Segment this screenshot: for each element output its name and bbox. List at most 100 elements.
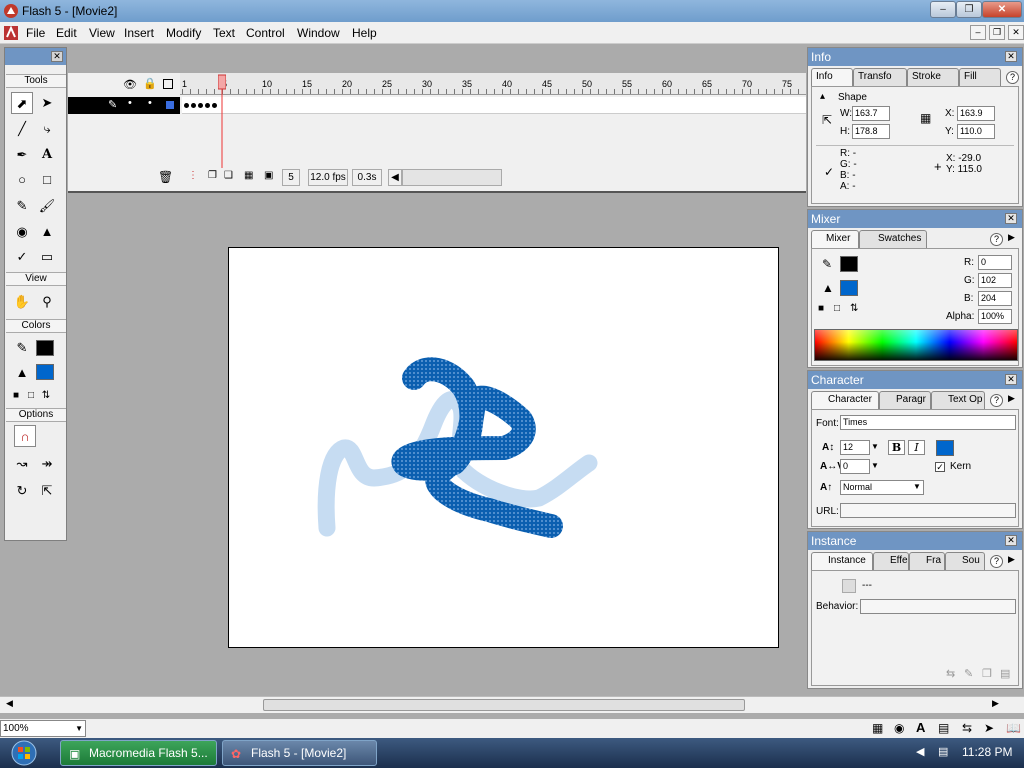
swap-symbol-icon[interactable]: ⇆ [946,667,955,680]
frame-ruler[interactable]: 151015202530354045505560657075 [180,73,806,95]
eyedropper-tool-icon[interactable]: ✓ [11,246,33,268]
help-icon[interactable]: ? [1006,71,1019,84]
subselect-tool-icon[interactable]: ➤ [36,92,58,114]
duplicate-symbol-icon[interactable]: ❐ [982,667,992,680]
y-field[interactable]: 110.0 [957,124,995,139]
font-select[interactable]: Times [840,415,1016,430]
menu-help[interactable]: Help [352,26,377,40]
character-header[interactable]: Character ✕ [808,371,1022,389]
panel-menu-arrow-icon[interactable]: ▶ [1008,393,1015,404]
tab-mixer[interactable]: Mixer [811,230,859,248]
tab-instance[interactable]: Instance [811,552,873,570]
stage-artwork[interactable] [229,248,780,649]
kern-checkbox[interactable]: ✓ [935,462,945,472]
tab-character[interactable]: Character [811,391,879,409]
info-header[interactable]: Info ✕ [808,48,1022,66]
width-field[interactable]: 163.7 [852,106,890,121]
zoom-tool-icon[interactable]: ⚲ [36,291,58,313]
lock-dot[interactable]: • [148,97,152,109]
behavior-select[interactable] [860,599,1016,614]
edit-multiple-icon[interactable]: ▦ [244,170,253,181]
help-icon[interactable]: ? [990,394,1003,407]
launcher-instance-icon[interactable]: ▤ [938,721,949,735]
close-icon[interactable]: ✕ [1005,535,1017,546]
font-size-field[interactable]: 12 [840,440,870,455]
tab-effect[interactable]: Effe [873,552,909,570]
close-icon[interactable]: ✕ [1005,374,1017,385]
bold-button[interactable]: B [888,440,905,455]
launcher-info-icon[interactable]: ▦ [872,721,883,735]
scroll-thumb[interactable] [263,699,745,711]
lasso-tool-icon[interactable]: ⤷ [36,118,58,140]
close-button[interactable]: ✕ [982,1,1022,18]
doc-close-button[interactable]: ✕ [1008,25,1024,40]
clock[interactable]: 11:28 PM [962,745,1012,759]
scale-icon[interactable]: ⇱ [36,480,58,502]
ink-bottle-tool-icon[interactable]: ◉ [11,221,33,243]
launcher-library-icon[interactable]: 📖 [1006,721,1021,735]
pencil-tool-icon[interactable]: ✎ [11,195,33,217]
doc-restore-button[interactable]: ❐ [989,25,1005,40]
launcher-movie-explorer-icon[interactable]: ⇆ [962,721,972,735]
brush-tool-icon[interactable]: 🖌 [36,195,58,217]
italic-button[interactable]: I [908,440,925,455]
tray-arrow-icon[interactable]: ◀ [916,745,924,758]
eraser-tool-icon[interactable]: ▭ [36,246,58,268]
onion-outline-icon[interactable]: ❑ [224,170,233,181]
oval-tool-icon[interactable]: ○ [11,169,33,191]
document-icon[interactable] [3,25,19,41]
fill-color-swatch[interactable] [36,364,54,380]
taskbar-item-flash[interactable]: ▣ Macromedia Flash 5... [60,740,217,766]
red-field[interactable]: 0 [978,255,1012,270]
playhead[interactable] [218,73,226,168]
swap-colors-icon[interactable]: ⇅ [39,385,53,407]
delete-layer-icon[interactable]: 🗑 [158,170,173,184]
scroll-left-icon[interactable]: ◀ [388,169,402,186]
arrow-tool-icon[interactable]: ⬈ [11,92,33,114]
layer-color-icon[interactable] [166,101,174,109]
height-field[interactable]: 178.8 [852,124,890,139]
default-colors-icon[interactable]: ■ [9,385,23,407]
close-icon[interactable]: ✕ [51,51,63,62]
rectangle-tool-icon[interactable]: □ [36,169,58,191]
tab-frame[interactable]: Fra [909,552,945,570]
menu-window[interactable]: Window [297,26,340,40]
snap-magnet-icon[interactable]: ∩ [14,425,36,447]
tracking-field[interactable]: 0 [840,459,870,474]
tab-paragraph[interactable]: Paragr [879,391,931,409]
close-icon[interactable]: ✕ [1005,51,1017,62]
stage[interactable] [228,247,779,648]
text-color-swatch[interactable] [936,440,954,456]
mixer-stroke-swatch[interactable] [840,256,858,272]
menu-control[interactable]: Control [246,26,285,40]
straighten-icon[interactable]: ↠ [36,453,58,475]
visibility-dot[interactable]: • [128,97,132,109]
menu-view[interactable]: View [89,26,115,40]
smooth-icon[interactable]: ↝ [11,453,33,475]
tools-header[interactable]: ✕ [5,48,66,65]
tab-transform[interactable]: Transfo [853,68,907,86]
baseline-arrow-icon[interactable]: ▼ [912,480,922,495]
help-icon[interactable]: ? [990,555,1003,568]
network-icon[interactable]: ▤ [938,745,948,758]
tab-stroke[interactable]: Stroke [907,68,959,86]
menu-file[interactable]: File [26,26,45,40]
menu-text[interactable]: Text [213,26,235,40]
line-tool-icon[interactable]: ╱ [11,118,33,140]
font-size-arrow-icon[interactable]: ▼ [870,440,880,455]
menu-edit[interactable]: Edit [56,26,77,40]
start-button[interactable] [6,739,42,767]
center-frame-icon[interactable]: ⋮ [188,170,198,181]
tab-fill[interactable]: Fill [959,68,1001,86]
modify-markers-icon[interactable]: ▣ [264,170,273,181]
scroll-left-arrow-icon[interactable]: ◀ [6,698,13,709]
eye-icon[interactable]: 👁 [123,78,137,91]
no-color-icon[interactable]: □ [24,385,38,407]
onion-skin-icon[interactable]: ❐ [208,170,217,181]
panel-menu-arrow-icon[interactable]: ▶ [1008,554,1015,565]
color-spectrum[interactable] [814,329,1018,361]
edit-actions-icon[interactable]: ▤ [1000,667,1010,680]
green-field[interactable]: 102 [978,273,1012,288]
registration-grid-icon[interactable]: ▦ [920,111,931,125]
tab-sound[interactable]: Sou [945,552,985,570]
